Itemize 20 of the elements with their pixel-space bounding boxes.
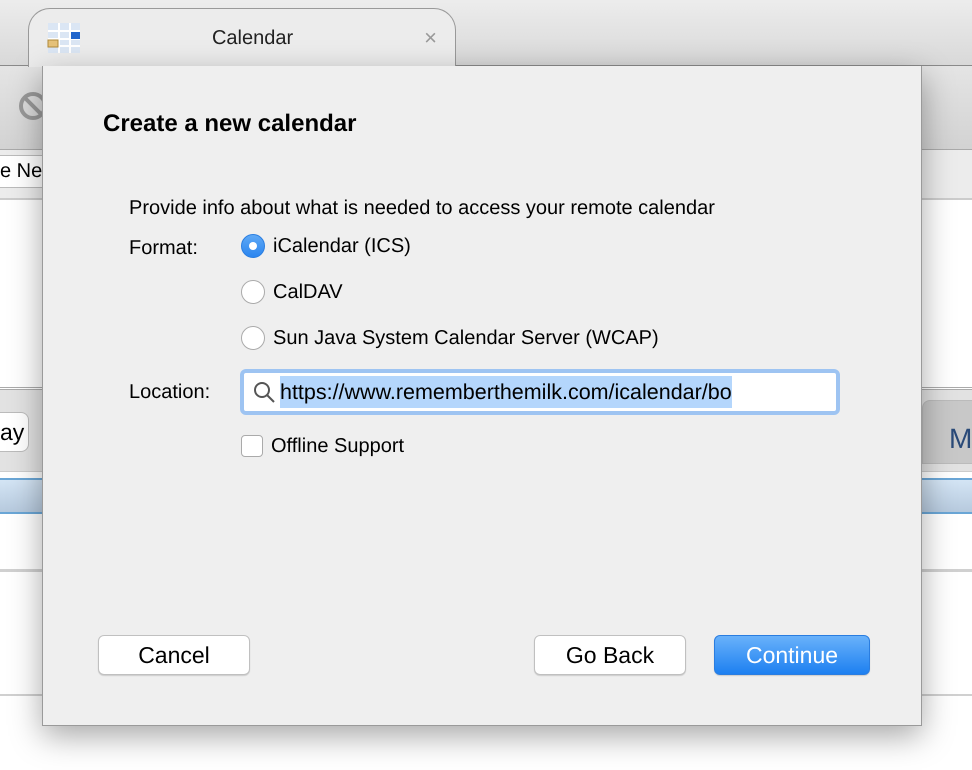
format-label: Format: (129, 236, 198, 259)
dialog-title: Create a new calendar (103, 110, 358, 139)
cancel-button[interactable]: Cancel (98, 634, 250, 675)
checkbox-label[interactable]: Offline Support (271, 430, 404, 461)
location-label: Location: (129, 380, 210, 405)
location-field[interactable]: https://www.rememberthemilk.com/icalendar/bo (240, 368, 840, 415)
calendar-icon (47, 22, 81, 54)
back-button[interactable]: Go Back (534, 634, 686, 675)
intro-text: Provide info about what is needed to access your remote calendar (129, 196, 716, 221)
radio-button[interactable] (241, 326, 265, 350)
radio-button[interactable] (241, 280, 265, 304)
today-button[interactable]: ay (0, 412, 30, 452)
radio-label[interactable]: CalDAV (273, 276, 343, 307)
radio-label[interactable]: iCalendar (ICS) (273, 230, 411, 261)
view-tab[interactable]: M (922, 400, 972, 464)
radio-button[interactable] (241, 234, 265, 258)
search-icon (252, 380, 276, 404)
radio-label[interactable]: Sun Java System Calendar Server (WCAP) (273, 322, 659, 353)
calendar-tab[interactable]: Calendar × (28, 8, 456, 67)
checkbox[interactable] (241, 434, 263, 457)
